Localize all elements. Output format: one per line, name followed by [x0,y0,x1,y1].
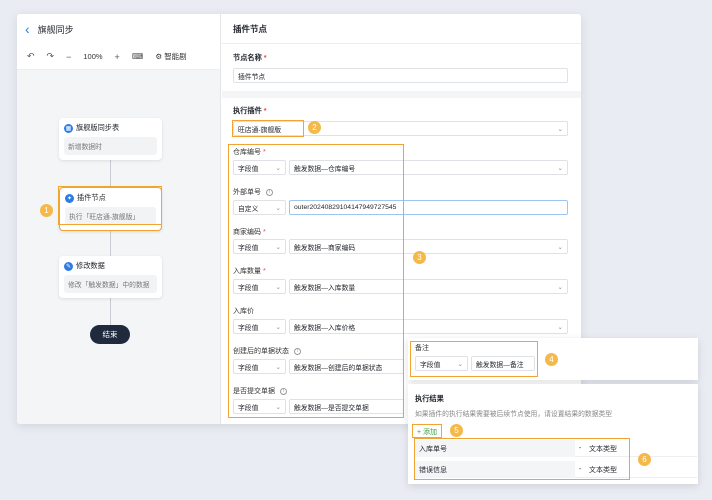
callout-badge-3: 3 [413,251,426,264]
callout-badge-5: 5 [450,424,463,437]
gear-icon: ⚙ [155,52,163,61]
undo-icon[interactable]: ↶ [27,51,35,62]
highlight-param-fields [228,144,404,418]
node-name-input[interactable]: 插件节点 [233,68,568,83]
keyboard-icon[interactable]: ⌨ [132,52,144,61]
chevron-down-icon: ⌄ [557,323,563,331]
highlight-add-button [412,424,442,438]
plugin-label: 执行插件 * [233,106,267,115]
zoom-in-icon[interactable]: + [115,52,120,62]
chevron-down-icon: ⌄ [557,283,563,291]
callout-badge-1: 1 [40,204,53,217]
callout-badge-6: 6 [638,453,651,466]
divider [222,91,581,98]
highlight-result-rows [414,438,630,480]
zoom-out-icon[interactable]: − [66,52,71,62]
chevron-left-icon[interactable]: ‹ [25,22,30,36]
page-title: 旗舰同步 [37,24,74,35]
connector-line [110,294,111,326]
top-bar: ‹ 旗舰同步 [17,14,220,44]
smart-button[interactable]: ⚙ 智能剧 [155,51,186,62]
flow-node-sync-table[interactable]: ▦ 旗舰版同步表 新增数据时 [59,118,162,160]
node-desc: 修改「触发数据」中的数据 [64,275,157,293]
highlight-plugin-node [58,186,162,225]
node-name-label: 节点名称 * [233,53,267,62]
canvas-toolbar: ↶ ↷ − 100% + ⌨ ⚙ 智能剧 [17,44,220,70]
zoom-level: 100% [83,52,103,61]
chevron-down-icon: ⌄ [557,243,563,251]
result-title: 执行结果 [415,394,444,403]
redo-icon[interactable]: ↷ [47,51,55,62]
highlight-plugin-select [232,120,304,137]
table-icon: ▦ [64,123,73,133]
chevron-down-icon: ⌄ [557,164,563,172]
flow-node-modify-data[interactable]: ✎ 修改数据 修改「触发数据」中的数据 [59,256,162,298]
end-node[interactable]: 结束 [90,325,130,344]
callout-badge-2: 2 [308,121,321,134]
panel-title: 插件节点 [222,14,581,44]
highlight-remark [410,341,538,377]
edit-icon: ✎ [64,261,73,271]
result-description: 如果插件的执行结果需要被后续节点使用，请设置结果的数据类型 [415,411,613,418]
callout-badge-4: 4 [545,353,558,366]
chevron-down-icon: ⌄ [557,125,563,133]
node-desc: 新增数据时 [64,137,157,155]
